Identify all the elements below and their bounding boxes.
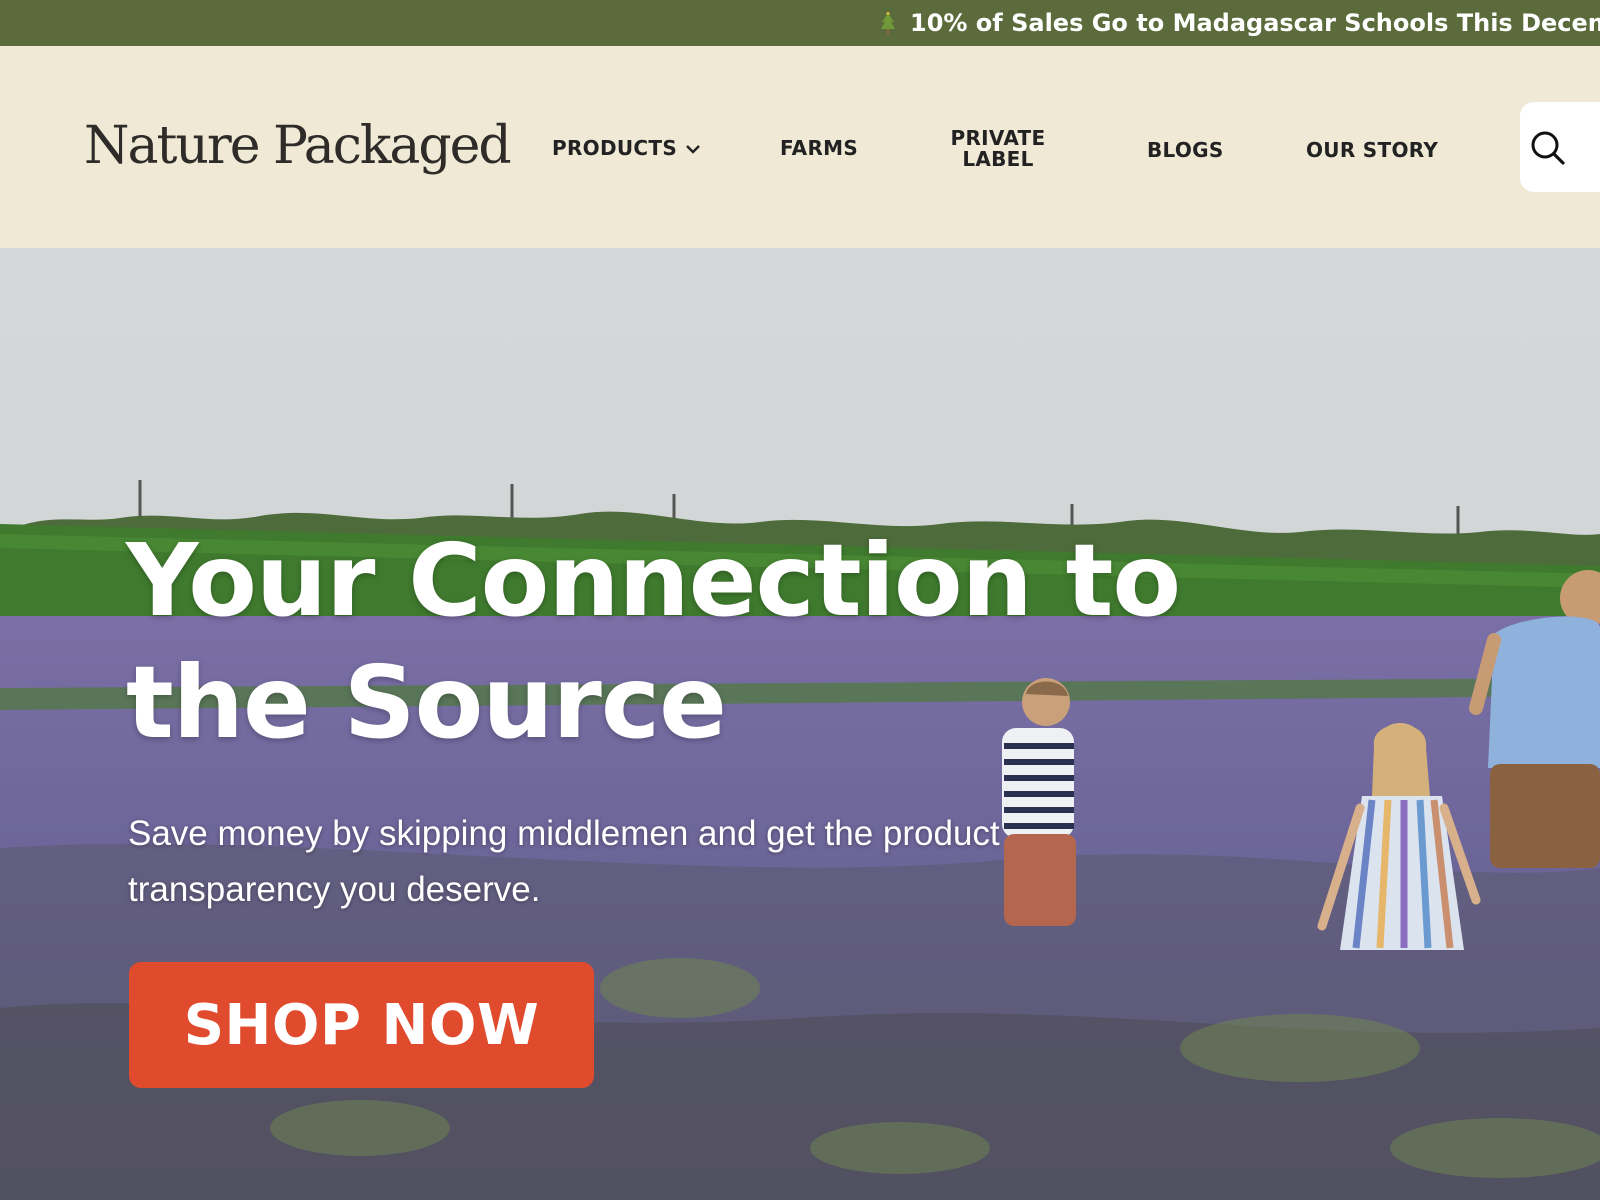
hero-title: Your Connection to the Source <box>126 522 1181 761</box>
shop-now-button[interactable]: SHOP NOW <box>129 962 594 1088</box>
nav-blogs[interactable]: BLOGS <box>1147 140 1224 160</box>
nav-products[interactable]: PRODUCTS <box>552 138 701 158</box>
announcement-text[interactable]: 10% of Sales Go to Madagascar Schools Th… <box>910 9 1600 37</box>
christmas-tree-icon <box>880 12 896 34</box>
nav-our-story[interactable]: OUR STORY <box>1306 140 1438 160</box>
nav-private-label[interactable]: PRIVATE LABEL <box>950 128 1046 170</box>
search-button[interactable] <box>1520 102 1600 192</box>
nav-products-label: PRODUCTS <box>552 136 678 160</box>
announcement-bar: 10% of Sales Go to Madagascar Schools Th… <box>0 0 1600 46</box>
hero-subtitle: Save money by skipping middlemen and get… <box>128 814 1000 909</box>
chevron-down-icon <box>685 138 701 158</box>
site-logo[interactable]: Nature Packaged <box>84 116 512 176</box>
site-header: Nature Packaged PRODUCTS FARMS PRIVATE L… <box>0 46 1600 248</box>
hero-section: Your Connection to the Source Save money… <box>0 248 1600 1200</box>
nav-farms[interactable]: FARMS <box>780 138 858 158</box>
search-icon <box>1530 130 1566 170</box>
